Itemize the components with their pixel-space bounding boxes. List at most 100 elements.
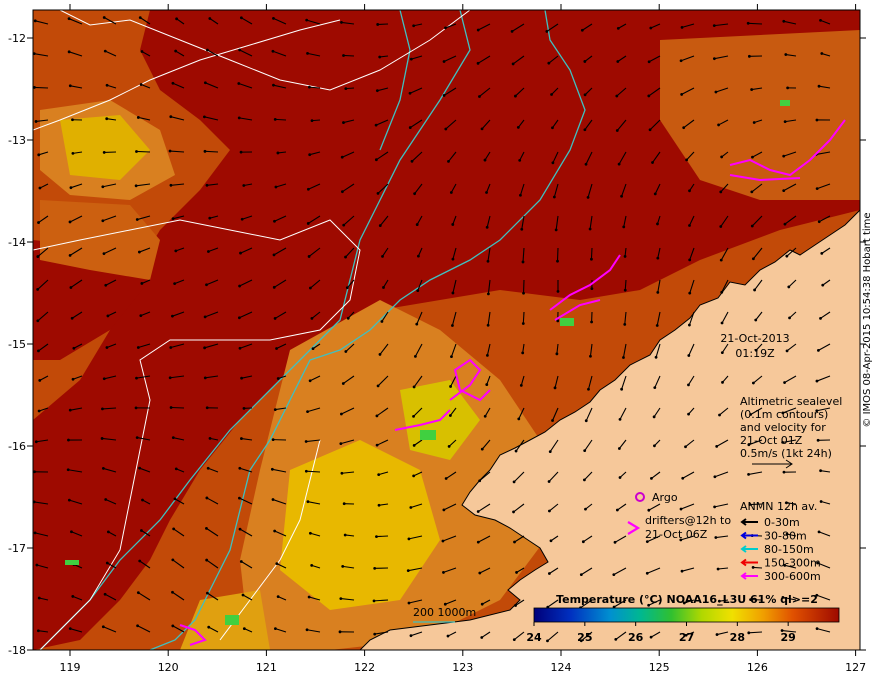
velocity-vector-head xyxy=(645,571,649,575)
velocity-vector xyxy=(306,470,321,473)
velocity-vector-head xyxy=(174,467,178,471)
velocity-vector-head xyxy=(590,257,593,261)
velocity-vector-head xyxy=(274,185,278,189)
velocity-vector-head xyxy=(306,187,310,191)
lon-tick-label: 127 xyxy=(845,661,866,674)
velocity-vector-head xyxy=(273,317,277,320)
velocity-vector-head xyxy=(103,592,107,596)
anmn-legend-label: 30-80m xyxy=(764,530,807,543)
velocity-vector-head xyxy=(480,447,484,451)
lat-tick-label: -12 xyxy=(8,32,26,45)
velocity-vector-head xyxy=(753,288,756,292)
velocity-vector-head xyxy=(206,466,210,470)
lat-tick-label: -18 xyxy=(8,644,26,657)
velocity-vector-head xyxy=(714,90,718,94)
green-patch xyxy=(225,615,239,625)
velocity-vector-head xyxy=(273,408,277,411)
velocity-vector-head xyxy=(373,632,377,636)
velocity-vector-head xyxy=(514,449,518,453)
velocity-vector-head xyxy=(71,118,74,122)
velocity-vector-head xyxy=(451,223,455,226)
time-label: 01:19Z xyxy=(735,347,775,360)
velocity-vector-head xyxy=(782,470,786,474)
green-patch xyxy=(420,430,436,440)
velocity-vector-head xyxy=(783,222,787,226)
velocity-vector-head xyxy=(102,377,106,381)
velocity-vector-head xyxy=(174,49,178,53)
velocity-vector-head xyxy=(687,383,690,387)
velocity-vector-head xyxy=(378,55,382,59)
velocity-vector-head xyxy=(306,222,310,225)
velocity-vector-head xyxy=(376,191,380,195)
velocity-vector-head xyxy=(551,126,554,130)
velocity-vector-head xyxy=(687,412,690,416)
velocity-vector-head xyxy=(208,17,212,20)
velocity-vector-head xyxy=(344,255,347,259)
velocity-vector-head xyxy=(417,254,420,258)
velocity-vector-head xyxy=(175,17,179,21)
velocity-vector-head xyxy=(203,315,207,319)
velocity-vector-head xyxy=(375,535,378,539)
velocity-vector-head xyxy=(135,150,138,153)
velocity-vector-head xyxy=(240,217,244,221)
velocity-vector-head xyxy=(486,259,490,263)
velocity-vector-head xyxy=(785,254,789,258)
colorbar-tick-label: 26 xyxy=(628,631,644,644)
velocity-vector-head xyxy=(67,438,70,442)
velocity-vector-head xyxy=(785,349,789,353)
velocity-vector-head xyxy=(106,314,110,318)
velocity-vector-head xyxy=(346,316,350,320)
velocity-vector-head xyxy=(70,530,73,534)
velocity-vector-head xyxy=(548,450,552,454)
lat-tick-label: -14 xyxy=(8,236,26,249)
velocity-vector-head xyxy=(36,288,40,291)
velocity-vector-head xyxy=(308,85,311,89)
velocity-vector-head xyxy=(618,417,622,421)
velocity-vector-head xyxy=(449,385,452,388)
velocity-vector-head xyxy=(102,16,106,19)
velocity-vector-head xyxy=(820,52,824,55)
lon-tick-label: 120 xyxy=(158,661,179,674)
velocity-vector-head xyxy=(342,223,346,227)
velocity-vector-head xyxy=(649,635,653,639)
map-plot-area xyxy=(33,10,860,650)
velocity-vector-head xyxy=(378,353,382,356)
velocity-vector-head xyxy=(271,49,275,53)
velocity-vector-head xyxy=(687,354,691,357)
velocity-vector-head xyxy=(416,289,420,292)
velocity-vector-head xyxy=(239,150,243,154)
velocity-vector-head xyxy=(36,629,40,633)
velocity-vector-head xyxy=(521,260,525,264)
altimetry-note-line: Altimetric sealevel xyxy=(740,395,842,408)
velocity-vector-head xyxy=(307,255,311,258)
velocity-vector-head xyxy=(308,286,312,290)
velocity-vector-head xyxy=(721,380,724,384)
lon-tick-label: 124 xyxy=(551,661,572,674)
velocity-vector-head xyxy=(679,59,683,63)
velocity-vector-head xyxy=(588,227,592,231)
velocity-vector-head xyxy=(714,536,718,539)
velocity-vector-head xyxy=(376,384,380,388)
velocity-vector-head xyxy=(614,638,618,641)
velocity-vector-head xyxy=(272,285,276,289)
velocity-vector-head xyxy=(138,466,141,470)
velocity-vector-head xyxy=(138,16,142,20)
velocity-vector-head xyxy=(33,531,37,535)
velocity-vector-head xyxy=(688,323,691,327)
velocity-vector-head xyxy=(238,48,242,52)
velocity-vector-head xyxy=(100,437,104,440)
velocity-vector-head xyxy=(275,347,278,350)
velocity-vector-head xyxy=(171,590,174,594)
sst-map: 119 120 121 122 123 124 125 126 127 -12 -13 -14 -15… xyxy=(8,4,866,674)
velocity-vector-head xyxy=(447,445,451,448)
velocity-vector-head xyxy=(584,507,587,511)
velocity-vector-head xyxy=(137,250,141,254)
velocity-vector-head xyxy=(746,21,750,25)
velocity-vector-head xyxy=(617,162,621,166)
velocity-vector-head xyxy=(344,350,348,353)
velocity-vector-head xyxy=(37,153,41,157)
velocity-vector-head xyxy=(310,119,314,123)
velocity-vector-head xyxy=(407,601,411,605)
velocity-vector-head xyxy=(168,149,172,153)
velocity-vector-head xyxy=(71,377,75,381)
